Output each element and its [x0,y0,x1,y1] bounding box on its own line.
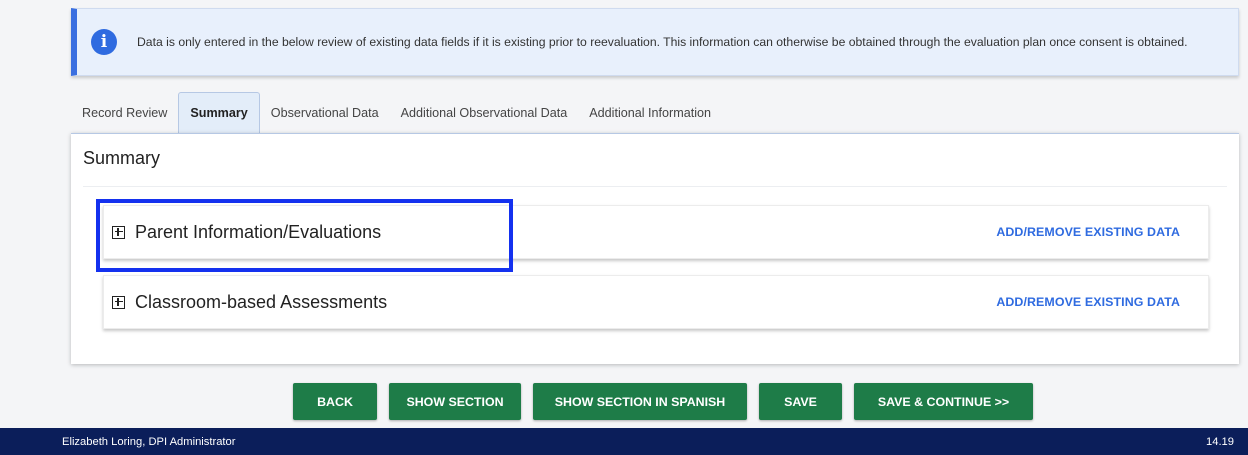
show-section-spanish-button[interactable]: SHOW SECTION IN SPANISH [533,383,747,420]
panel-title: Summary [83,148,161,168]
tab-summary[interactable]: Summary [178,92,260,133]
tab-bar: Record Review Summary Observational Data… [71,92,722,133]
action-bar: BACK SHOW SECTION SHOW SECTION IN SPANIS… [0,383,1248,420]
tab-record-review[interactable]: Record Review [71,93,178,133]
accordion-classroom-assessments[interactable]: Classroom-based Assessments ADD/REMOVE E… [103,275,1209,329]
accordion-title: Classroom-based Assessments [135,291,388,312]
footer-version: 14.19 [1206,435,1234,448]
footer-user: Elizabeth Loring, DPI Administrator [62,435,236,448]
info-banner: i Data is only entered in the below revi… [71,8,1239,76]
info-banner-text: Data is only entered in the below review… [137,34,1188,49]
add-remove-existing-data-link[interactable]: ADD/REMOVE EXISTING DATA [996,295,1180,309]
save-continue-button[interactable]: SAVE & CONTINUE >> [854,383,1033,420]
footer-bar: Elizabeth Loring, DPI Administrator 14.1… [0,428,1248,455]
show-section-button[interactable]: SHOW SECTION [389,383,521,420]
panel-divider [83,186,1227,187]
expand-plus-icon[interactable] [112,295,125,309]
back-button[interactable]: BACK [293,383,377,420]
expand-plus-icon[interactable] [112,225,125,239]
tab-additional-information[interactable]: Additional Information [578,93,722,133]
save-button[interactable]: SAVE [759,383,842,420]
add-remove-existing-data-link[interactable]: ADD/REMOVE EXISTING DATA [996,225,1180,239]
summary-panel: Summary Parent Information/Evaluations A… [71,133,1239,364]
tab-additional-observational-data[interactable]: Additional Observational Data [390,93,579,133]
accordion-parent-information[interactable]: Parent Information/Evaluations ADD/REMOV… [103,205,1209,259]
info-icon: i [91,29,117,55]
tab-observational-data[interactable]: Observational Data [260,93,390,133]
accordion-title: Parent Information/Evaluations [135,221,382,242]
